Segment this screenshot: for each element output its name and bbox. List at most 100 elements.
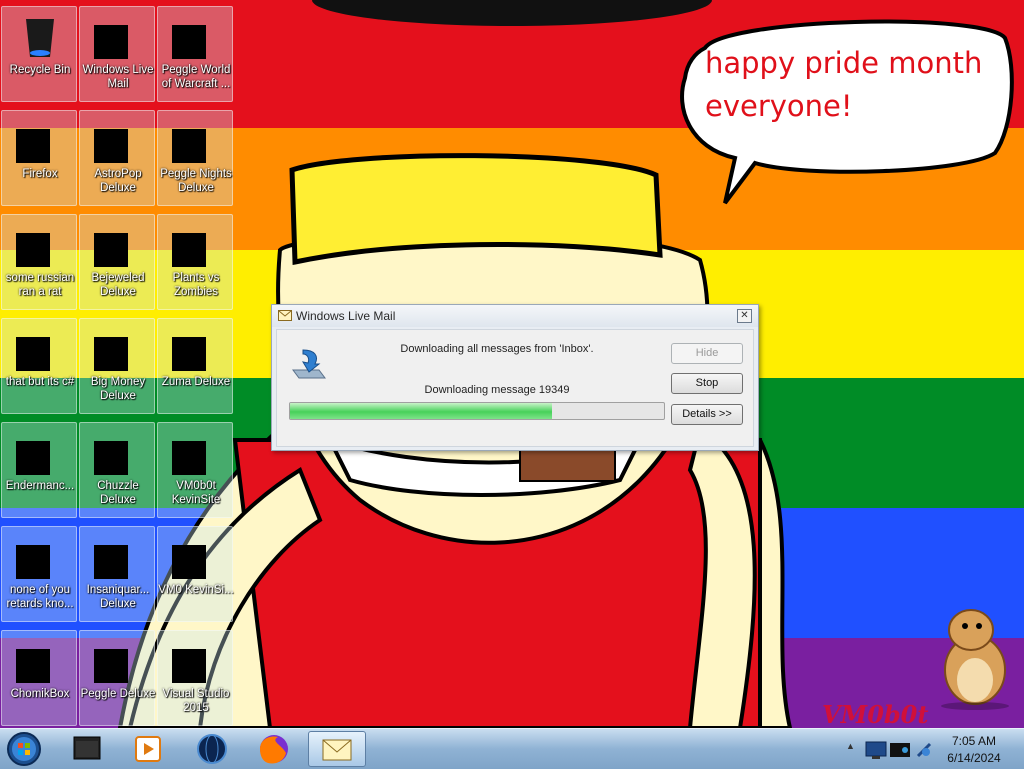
taskbar-button-globe[interactable] [186,731,238,767]
tray-computer-icon[interactable] [864,738,888,762]
censor-block [172,441,206,475]
taskbar-button-firefox[interactable] [248,731,300,767]
download-arrow-icon [292,349,326,379]
start-button[interactable] [4,730,48,768]
stop-button[interactable]: Stop [671,373,743,394]
mail-icon [322,739,352,761]
desktop-icon-visual-studio[interactable]: Visual Studio 2015 [157,630,233,726]
desktop-icon-none-of-you[interactable]: none of you retards kno... [1,526,77,622]
speech-bubble-text: happy pride month everyone! [705,42,995,128]
censor-block [16,441,50,475]
desktop-icon-label: Recycle Bin [9,64,71,76]
censor-block [172,649,206,683]
firefox-icon [260,735,288,764]
censor-block [94,129,128,163]
window-icon [73,736,101,760]
desktop-icon-label: Peggle World of Warcraft ... [161,64,231,90]
desktop-icon-label: Peggle Deluxe [80,688,156,700]
desktop-icon-label: Plants vs Zombies [172,272,220,298]
taskbar-button-mail-active[interactable] [308,731,366,767]
dialog-progress-text: Downloading message 19349 [424,384,570,396]
censor-block [94,25,128,59]
hamster-image [941,609,1009,710]
wallpaper-signature: VM0b0t [822,700,929,728]
censor-block [172,129,206,163]
desktop-icon-bejeweled[interactable]: Bejeweled Deluxe [79,214,155,310]
desktop-icon-russian-rat[interactable]: some russian ran a rat [1,214,77,310]
recycle-bin-icon [26,19,54,57]
globe-icon [197,734,227,764]
desktop-icon-label: none of you retards kno... [6,584,74,610]
desktop-icon-label: VM0 KevinSi... [158,584,234,596]
desktop-icon-vm0-kevinsite[interactable]: VM0 KevinSi... [157,526,234,622]
desktop-icon-zuma[interactable]: Zuma Deluxe [157,318,233,414]
desktop-icon-label: Big Money Deluxe [90,376,146,402]
desktop-icon-chomikbox[interactable]: ChomikBox [1,630,77,726]
desktop-icon-label: Zuma Deluxe [161,376,231,388]
desktop-icon-firefox[interactable]: Firefox [1,110,77,206]
censor-block [172,233,206,267]
censor-block [94,545,128,579]
clock-time[interactable]: 7:05 AM [934,734,1014,748]
censor-block [16,545,50,579]
top-dark-shape [312,0,712,26]
media-player-icon [135,736,161,762]
mail-icon [278,310,292,321]
dialog-body: Downloading all messages from 'Inbox'. D… [276,329,754,447]
desktop-icon-peggle-deluxe[interactable]: Peggle Deluxe [79,630,155,726]
censor-block [172,545,206,579]
desktop-icon-label: ChomikBox [10,688,70,700]
censor-block [94,649,128,683]
desktop-icon-label: Visual Studio 2015 [162,688,230,714]
tray-device-icon[interactable] [888,738,912,762]
desktop-icon-label: Firefox [22,168,58,180]
desktop-icon-big-money[interactable]: Big Money Deluxe [79,318,155,414]
desktop-icon-peggle-wow[interactable]: Peggle World of Warcraft ... [157,6,233,102]
speech-bubble-line-1: happy pride month [705,46,983,80]
desktop-icon-label: VM0b0t KevinSite [171,480,221,506]
censor-block [16,129,50,163]
taskbar: ▲ 7:05 AM 6/14/2024 [0,728,1024,769]
desktop-icon-label: Bejeweled Deluxe [91,272,145,298]
download-progress-bar [289,402,665,420]
details-button[interactable]: Details >> [671,404,743,425]
start-orb-icon [7,732,41,766]
censor-block [16,649,50,683]
taskbar-button-window[interactable] [62,731,114,767]
desktop-icon-astropop[interactable]: AstroPop Deluxe [79,110,155,206]
desktop-icon-endermanch[interactable]: Endermanc... [1,422,77,518]
desktop-icon-recycle-bin[interactable]: Recycle Bin [1,6,77,102]
desktop-icon-plants-vs-zombies[interactable]: Plants vs Zombies [157,214,233,310]
censor-block [94,337,128,371]
desktop-icon-peggle-nights[interactable]: Peggle Nights Deluxe [157,110,233,206]
desktop-icon-insaniquarium[interactable]: Insaniquar... Deluxe [79,526,155,622]
desktop-icon-label: that but its c# [5,376,75,388]
censor-block [16,233,50,267]
desktop-icon-vm0b0t-kevinsite[interactable]: VM0b0t KevinSite [157,422,233,518]
tray-network-icon[interactable] [914,738,934,762]
censor-block [172,337,206,371]
censor-block [94,441,128,475]
desktop-icon-chuzzle[interactable]: Chuzzle Deluxe [79,422,155,518]
character-hat [289,153,663,266]
desktop-icon-windows-live-mail[interactable]: Windows Live Mail [79,6,155,102]
hide-button[interactable]: Hide [671,343,743,364]
desktop-icon-label: some russian ran a rat [5,272,75,298]
desktop-icon-that-but-csharp[interactable]: that but its c# [1,318,77,414]
speech-bubble-line-2: everyone! [705,89,853,123]
desktop-icon-label: Peggle Nights Deluxe [160,168,232,194]
close-button[interactable]: ✕ [737,309,752,323]
desktop-icon-label: AstroPop Deluxe [94,168,142,194]
dialog-status-text: Downloading all messages from 'Inbox'. [400,343,594,355]
tray-expand-arrow[interactable]: ▲ [846,741,855,751]
censor-block [94,233,128,267]
dialog-titlebar[interactable]: Windows Live Mail ✕ [272,305,758,327]
desktop-icon-label: Insaniquar... Deluxe [86,584,150,610]
desktop-icon-label: Endermanc... [5,480,75,492]
download-dialog: Windows Live Mail ✕ Downloading all mess… [271,304,759,451]
taskbar-button-media-player[interactable] [122,731,174,767]
desktop-icon-label: Chuzzle Deluxe [97,480,139,506]
desktop-icon-label: Windows Live Mail [82,64,154,90]
download-progress-fill [290,403,552,419]
clock-date[interactable]: 6/14/2024 [934,751,1014,765]
